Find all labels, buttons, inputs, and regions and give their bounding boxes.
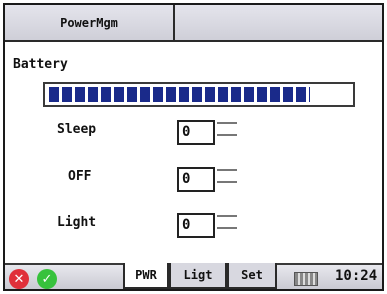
sleep-spinner-buttons bbox=[217, 120, 237, 145]
app-window: PowerMgm Battery Sleep 0 OFF 0 Light 0 ✕… bbox=[3, 3, 384, 291]
off-decrement-button[interactable] bbox=[217, 181, 237, 190]
light-decrement-button[interactable] bbox=[217, 227, 237, 236]
battery-level-bar bbox=[43, 82, 355, 107]
battery-label: Battery bbox=[13, 57, 68, 72]
off-label: OFF bbox=[68, 169, 92, 184]
taskbar: ✕ ✓ PWR Ligt Set 10:24 bbox=[5, 263, 382, 289]
off-spinner[interactable]: 0 bbox=[177, 167, 237, 192]
tab-ligt[interactable]: Ligt bbox=[169, 263, 227, 289]
sleep-label: Sleep bbox=[57, 122, 97, 137]
window-title: PowerMgm bbox=[5, 5, 175, 40]
battery-level-fill bbox=[49, 87, 310, 102]
title-bar: PowerMgm bbox=[5, 5, 382, 42]
clock[interactable]: 10:24 bbox=[335, 268, 377, 284]
sleep-value-input[interactable]: 0 bbox=[177, 120, 215, 145]
off-value-input[interactable]: 0 bbox=[177, 167, 215, 192]
off-spinner-buttons bbox=[217, 167, 237, 192]
light-label: Light bbox=[57, 215, 97, 230]
sleep-decrement-button[interactable] bbox=[217, 134, 237, 143]
sleep-increment-button[interactable] bbox=[217, 122, 237, 131]
x-circle-icon[interactable]: ✕ bbox=[9, 269, 29, 289]
check-circle-icon[interactable]: ✓ bbox=[37, 269, 57, 289]
keyboard-icon[interactable] bbox=[294, 272, 318, 286]
light-value-input[interactable]: 0 bbox=[177, 213, 215, 238]
light-spinner[interactable]: 0 bbox=[177, 213, 237, 238]
light-spinner-buttons bbox=[217, 213, 237, 238]
sleep-spinner[interactable]: 0 bbox=[177, 120, 237, 145]
tab-set[interactable]: Set bbox=[227, 263, 277, 289]
light-increment-button[interactable] bbox=[217, 215, 237, 224]
tab-pwr[interactable]: PWR bbox=[123, 263, 169, 289]
off-increment-button[interactable] bbox=[217, 169, 237, 178]
